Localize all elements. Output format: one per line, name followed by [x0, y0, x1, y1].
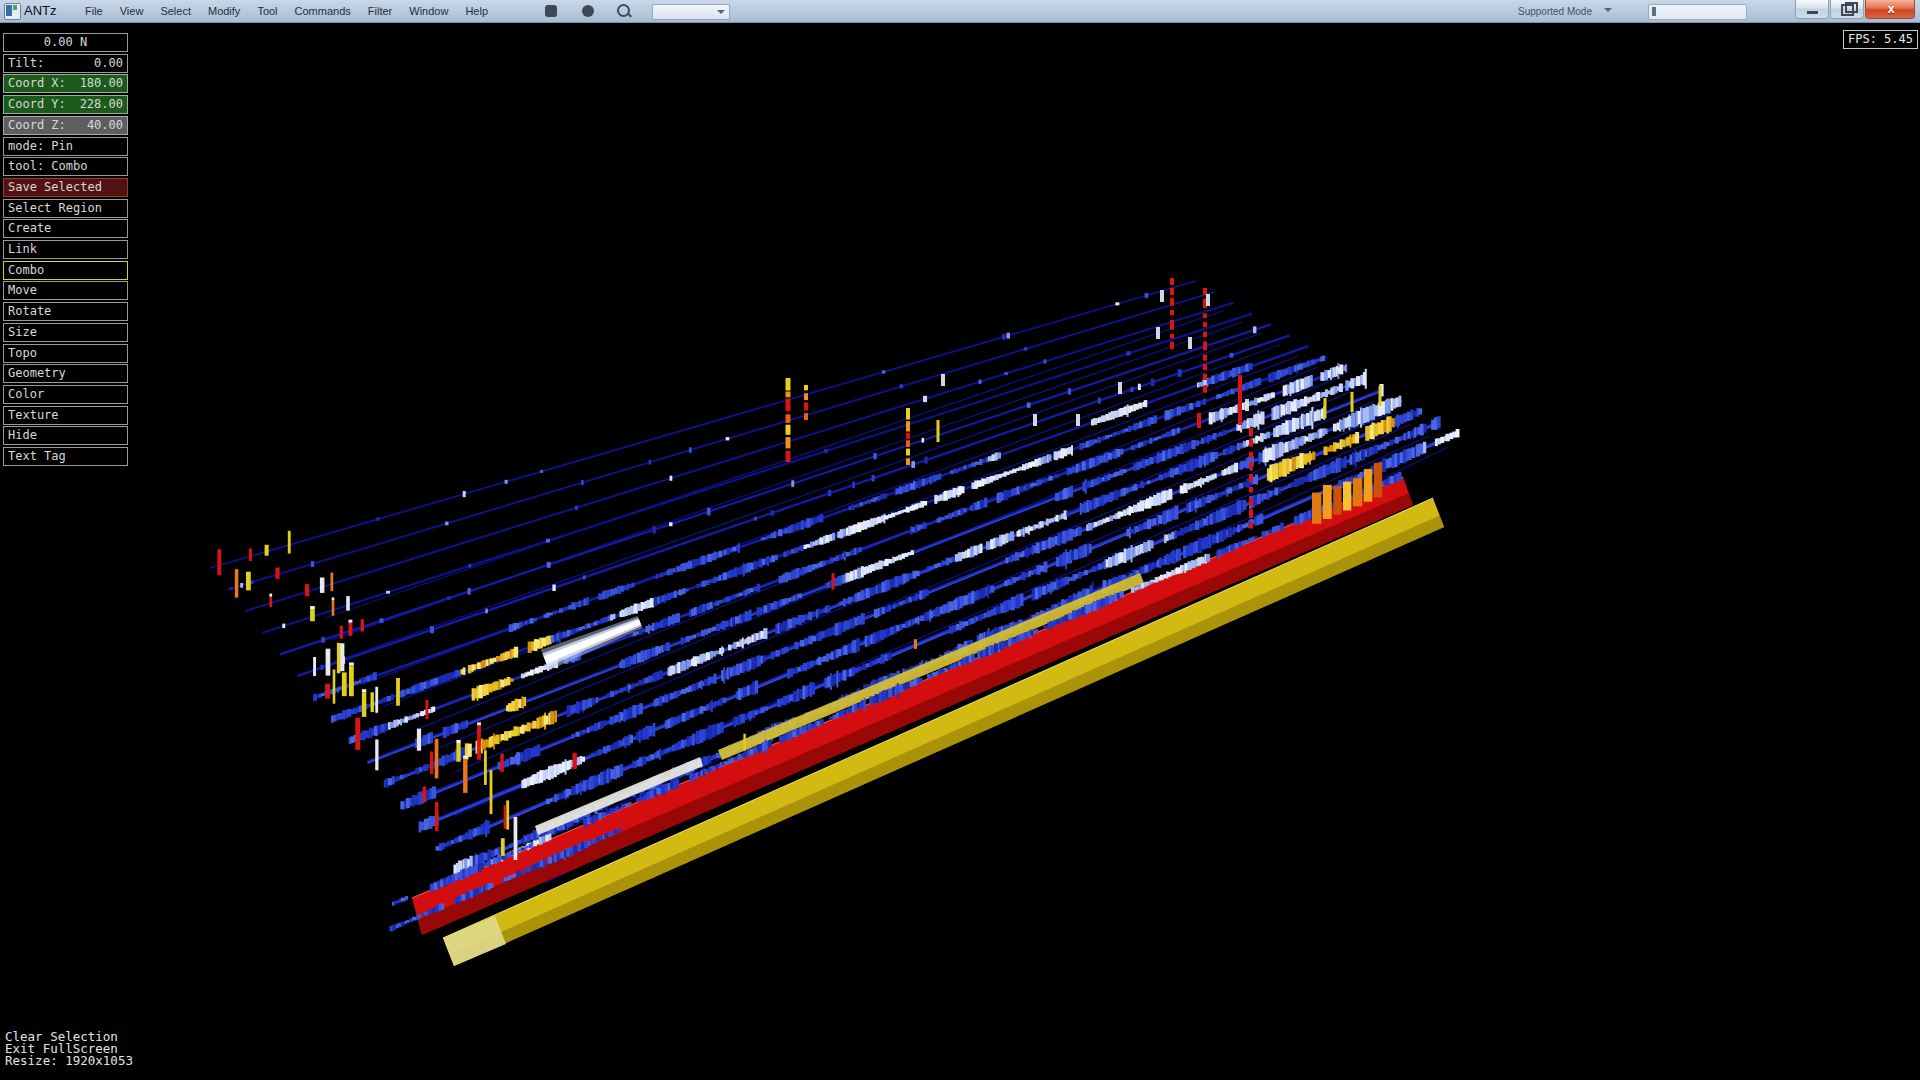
sidebar-item-move[interactable]: Move	[3, 281, 128, 300]
sidebar-item-tool[interactable]: tool: Combo	[3, 157, 128, 176]
sidebar-item-text-tag[interactable]: Text Tag	[3, 447, 128, 466]
sidebar-item-create[interactable]: Create	[3, 219, 128, 238]
restore-button[interactable]	[1830, 0, 1864, 19]
status-line: Resize: 1920x1053	[5, 1055, 133, 1067]
close-button[interactable]: x	[1865, 0, 1915, 19]
label: Tilt:	[8, 55, 44, 72]
sidebar-item-texture[interactable]: Texture	[3, 406, 128, 425]
toolbar-square-icon[interactable]	[545, 5, 557, 17]
minimize-button[interactable]	[1795, 0, 1829, 19]
fps-counter: FPS: 5.45	[1843, 30, 1918, 49]
sidebar-item-rotate[interactable]: Rotate	[3, 302, 128, 321]
value: 180.00	[80, 75, 123, 92]
status-footer: Clear SelectionExit FullScreenResize: 19…	[5, 1031, 133, 1067]
menu-window[interactable]: Window	[409, 5, 448, 17]
sidebar-item-select-region[interactable]: Select Region	[3, 199, 128, 218]
sidebar-item-topo[interactable]: Topo	[3, 344, 128, 363]
sidebar-item-mode[interactable]: mode: Pin	[3, 137, 128, 156]
sidebar-item-n-counter[interactable]: 0.00 N	[3, 33, 128, 52]
minimize-icon	[1807, 11, 1818, 14]
sidebar-item-link[interactable]: Link	[3, 240, 128, 259]
sidebar-item-tilt[interactable]: Tilt: 0.00	[3, 54, 128, 73]
chevron-down-icon[interactable]	[1604, 8, 1612, 16]
mode-dropdown-label[interactable]: Supported Mode	[1518, 6, 1592, 17]
sidebar-item-coord-y[interactable]: Coord Y: 228.00	[3, 95, 128, 114]
sidebar-item-coord-x[interactable]: Coord X: 180.00	[3, 74, 128, 93]
3d-visualization-canvas[interactable]	[0, 0, 1920, 1080]
sidebar-item-size[interactable]: Size	[3, 323, 128, 342]
sidebar-item-color[interactable]: Color	[3, 385, 128, 404]
search-icon[interactable]	[617, 4, 630, 17]
label: Coord Y:	[8, 96, 66, 113]
menu-tool[interactable]: Tool	[257, 5, 277, 17]
restore-icon	[1841, 4, 1854, 16]
window-title: ANTz	[24, 3, 57, 18]
menu-modify[interactable]: Modify	[208, 5, 240, 17]
sidebar-item-geometry[interactable]: Geometry	[3, 364, 128, 383]
title-bar: ANTz FileViewSelectModifyToolCommandsFil…	[0, 0, 1920, 23]
app-icon	[4, 3, 21, 20]
menu-bar: File View Select Modify Tool Commands Filter Wi…	[85, 5, 488, 17]
fps-value: 5.45	[1884, 31, 1913, 48]
value: 0.00	[94, 55, 123, 72]
menu-help[interactable]: Help	[465, 5, 488, 17]
menu-commands[interactable]: Commands	[295, 5, 351, 17]
toolbar-input[interactable]	[1648, 4, 1747, 20]
label: Coord X:	[8, 75, 66, 92]
toolbar-combobox[interactable]	[652, 4, 730, 20]
sidebar-item-combo[interactable]: Combo	[3, 261, 128, 280]
menu-file[interactable]: File	[85, 5, 103, 17]
value: 40.00	[87, 117, 123, 134]
toolbar-circle-icon[interactable]	[582, 5, 594, 17]
menu-filter[interactable]: Filter	[368, 5, 392, 17]
menu-view[interactable]: View	[120, 5, 144, 17]
close-icon: x	[1866, 1, 1916, 16]
label: Coord Z:	[8, 117, 66, 134]
value: 228.00	[80, 96, 123, 113]
sidebar-item-save-selected[interactable]: Save Selected	[3, 178, 128, 197]
sidebar-item-coord-z[interactable]: Coord Z: 40.00	[3, 116, 128, 135]
fps-label: FPS:	[1848, 31, 1877, 48]
menu-select[interactable]: Select	[160, 5, 191, 17]
sidebar-item-hide[interactable]: Hide	[3, 426, 128, 445]
